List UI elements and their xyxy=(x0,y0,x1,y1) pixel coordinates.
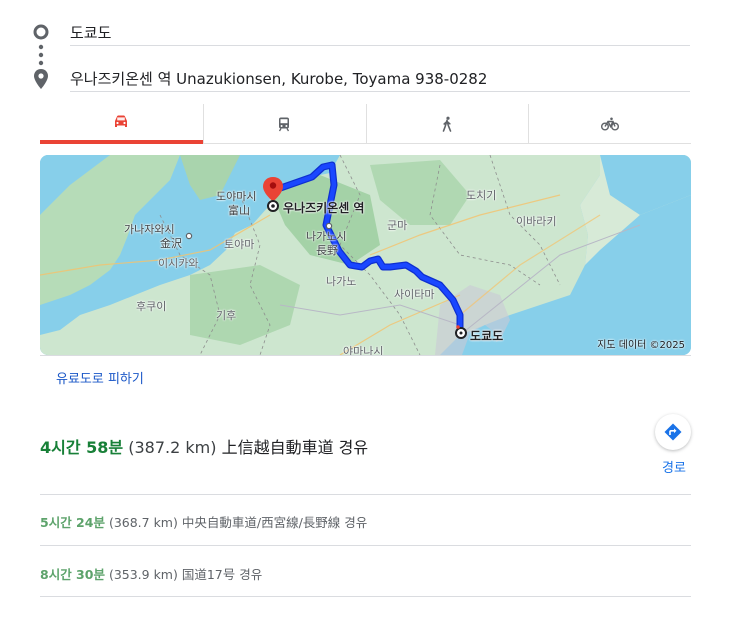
walk-icon xyxy=(442,116,452,132)
divider xyxy=(40,545,691,546)
primary-route-via: 上信越自動車道 경유 xyxy=(221,438,369,457)
alt-route-distance: (353.9 km) xyxy=(108,567,178,582)
tab-cycling[interactable] xyxy=(528,104,691,144)
travel-mode-tabs xyxy=(40,104,691,144)
train-icon xyxy=(279,117,290,131)
map-label-nagano-pref: 나가노 xyxy=(326,275,357,288)
origin-marker-icon xyxy=(33,24,49,40)
map-label-fukui: 후쿠이 xyxy=(136,300,167,313)
alt-route-distance: (368.7 km) xyxy=(108,515,178,530)
tab-driving[interactable] xyxy=(40,104,203,144)
directions-icon xyxy=(664,423,682,441)
map-label-unazuki-station[interactable]: 우나즈키온센 역 xyxy=(283,199,364,216)
map-label-toyama-pref: 토야마 xyxy=(224,238,255,251)
destination-field[interactable]: 우나즈키온센 역 Unazukionsen, Kurobe, Toyama 93… xyxy=(70,62,690,92)
map-label-saitama: 사이타마 xyxy=(394,288,435,301)
directions-button-label[interactable]: 경로 xyxy=(655,457,693,476)
bike-icon xyxy=(600,117,619,130)
alternative-route-1[interactable]: 5시간 24분 (368.7 km) 中央自動車道/西宮線/長野線 경유 xyxy=(40,512,367,531)
primary-route-time: 4시간 58분 xyxy=(40,438,124,457)
alt-route-via: 国道17号 경유 xyxy=(181,567,263,582)
map-label-ibaraki: 이바라키 xyxy=(516,215,557,228)
alternative-route-2[interactable]: 8시간 30분 (353.9 km) 国道17号 경유 xyxy=(40,564,262,583)
destination-pin-icon xyxy=(34,69,48,89)
primary-route[interactable]: 4시간 58분 (387.2 km) 上信越自動車道 경유 xyxy=(40,434,368,458)
map-label-yamanashi: 야마나시 xyxy=(343,345,384,355)
alt-route-time: 8시간 30분 xyxy=(40,567,105,582)
map-label-toyama-kanji: 富山 xyxy=(228,204,250,217)
map-label-tokyo[interactable]: 도쿄도 xyxy=(470,327,503,344)
origin-field[interactable]: 도쿄도 xyxy=(70,16,690,46)
avoid-tolls-link[interactable]: 유료도로 피하기 xyxy=(56,368,144,387)
map-label-gunma: 군마 xyxy=(387,219,408,232)
route-map[interactable]: 도야마시 富山 우나즈키온센 역 가나자와시 金沢 토야마 나가노시 長野 이시… xyxy=(40,155,691,355)
directions-button[interactable] xyxy=(655,414,691,450)
map-label-tochigi: 도치기 xyxy=(466,189,497,202)
divider xyxy=(40,355,691,356)
alt-route-time: 5시간 24분 xyxy=(40,515,105,530)
map-label-gifu: 기후 xyxy=(216,309,237,322)
map-credit: 지도 데이터 ©2025 xyxy=(597,340,685,351)
divider xyxy=(40,596,691,597)
primary-route-distance: (387.2 km) xyxy=(128,438,217,457)
map-canvas xyxy=(40,155,691,355)
map-label-nagano-kanji: 長野 xyxy=(316,244,338,257)
tab-walking[interactable] xyxy=(365,104,529,144)
tab-transit[interactable] xyxy=(202,104,366,144)
divider xyxy=(40,494,691,495)
route-dots-icon xyxy=(38,44,44,66)
map-label-ishikawa: 이시카와 xyxy=(158,257,199,270)
map-label-kanazawa-kanji: 金沢 xyxy=(160,237,182,250)
car-icon xyxy=(115,115,128,127)
alt-route-via: 中央自動車道/西宮線/長野線 경유 xyxy=(181,515,368,530)
